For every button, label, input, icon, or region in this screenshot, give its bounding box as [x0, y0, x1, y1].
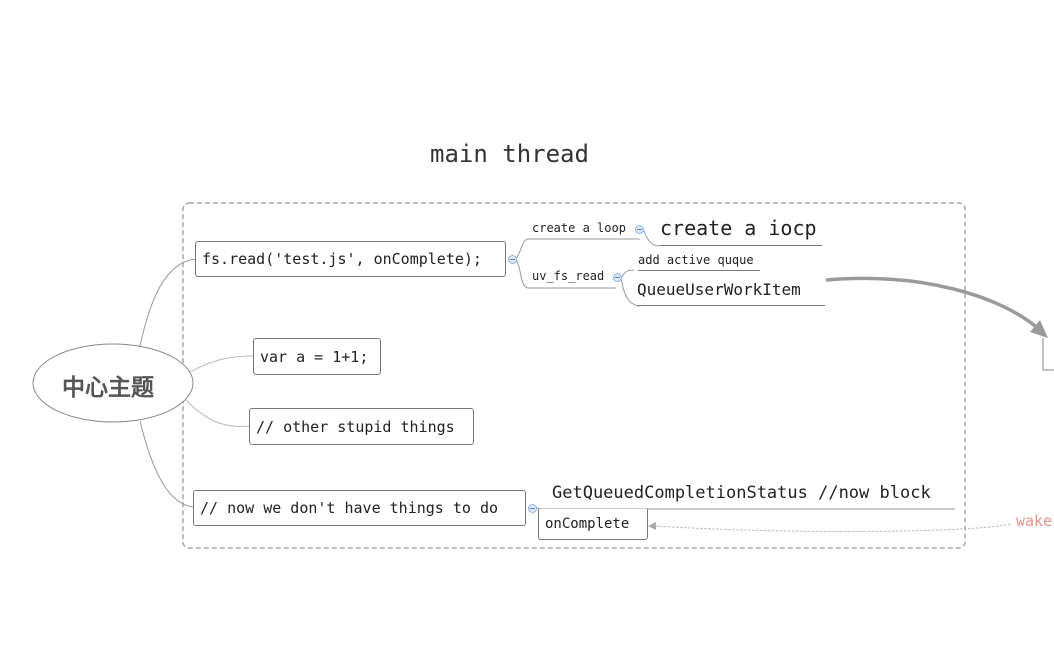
collapse-toggle-create-loop[interactable] [635, 225, 644, 234]
label-create-loop[interactable]: create a loop [532, 221, 626, 235]
node-fs-read[interactable]: fs.read('test.js', onComplete); [195, 241, 506, 277]
connector-other [185, 399, 251, 427]
node-on-complete[interactable]: onComplete [538, 509, 648, 540]
arrow-to-worker [825, 276, 1042, 332]
wake-arrow [653, 523, 1011, 533]
label-add-active-queue[interactable]: add active quque [638, 253, 760, 271]
label-uv-fs-read[interactable]: uv_fs_read [532, 269, 604, 283]
collapse-toggle-fs-read[interactable] [508, 255, 517, 264]
collapse-toggle-now[interactable] [528, 504, 537, 513]
center-topic[interactable]: 中心主题 [62, 368, 154, 402]
collapse-toggle-uv-fs-read[interactable] [613, 273, 622, 282]
connector-fs-read [139, 258, 197, 347]
label-wake-partial: wake [1016, 512, 1053, 530]
node-var[interactable]: var a = 1+1; [253, 338, 381, 375]
connector-var [189, 355, 255, 373]
connector-now [139, 420, 195, 508]
node-now[interactable]: // now we don't have things to do [193, 490, 526, 526]
connector-create-loop [515, 238, 529, 260]
connector-uv-fs-read [515, 258, 529, 289]
node-create-iocp[interactable]: create a iocp [660, 216, 822, 246]
node-queue-user-work-item[interactable]: QueueUserWorkItem [637, 280, 825, 306]
diagram-title: main thread [430, 140, 589, 168]
connector-layer [32, 202, 1054, 549]
node-get-queued-completion-status[interactable]: GetQueuedCompletionStatus //now block [552, 483, 931, 503]
node-other-things[interactable]: // other stupid things [249, 408, 474, 445]
